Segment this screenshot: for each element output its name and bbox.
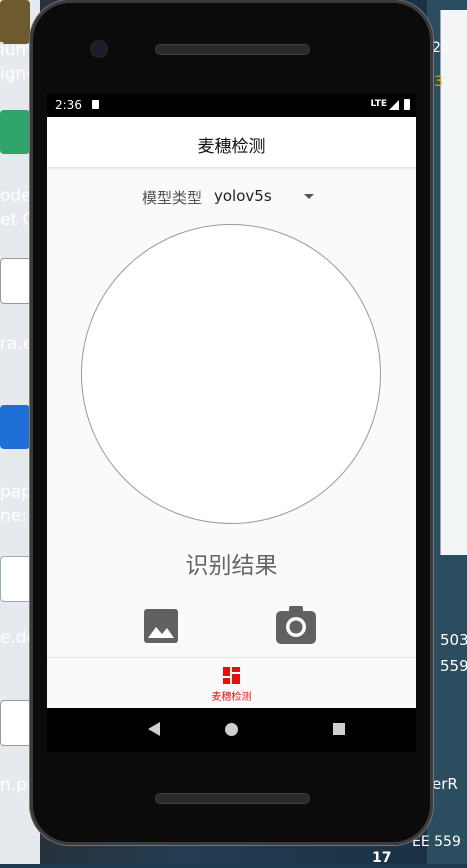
back-icon[interactable] xyxy=(148,722,160,736)
phone-emulator-frame: 2:36 LTE 麦穗检测 模型类型 yolov5s 识别结果 麦穗检测 xyxy=(30,0,433,845)
front-camera xyxy=(92,42,106,56)
home-icon[interactable] xyxy=(225,723,238,736)
camera-button[interactable] xyxy=(276,606,316,644)
status-time: 2:36 xyxy=(55,98,82,112)
desktop-label-9: n.pr xyxy=(0,775,34,795)
desktop-icon-typora[interactable] xyxy=(0,258,32,304)
desktop-right-panel xyxy=(440,10,467,555)
app-bar: 麦穗检测 xyxy=(47,117,416,167)
model-type-label: 模型类型 xyxy=(142,189,203,207)
status-bar: 2:36 LTE xyxy=(47,94,416,117)
desktop-icon-document[interactable] xyxy=(0,556,32,602)
model-selector[interactable]: 模型类型 yolov5s xyxy=(47,187,416,209)
bottom-navigation: 麦穗检测 xyxy=(47,657,416,708)
recognition-result-label: 识别结果 xyxy=(185,553,278,579)
bottom-speaker xyxy=(155,793,310,804)
recent-apps-icon[interactable] xyxy=(333,723,345,735)
desktop-label-1: ium xyxy=(0,40,33,60)
desktop-icon-presentation[interactable] xyxy=(0,700,32,746)
desktop-label-7: ne: xyxy=(0,506,27,526)
desktop-label-5: ra.e xyxy=(0,334,34,354)
gallery-button[interactable] xyxy=(144,609,178,643)
battery-icon xyxy=(404,99,410,110)
desktop-icon-settings[interactable] xyxy=(0,405,30,449)
desktop-right-label-2: 3 xyxy=(434,74,443,90)
page-title: 麦穗检测 xyxy=(197,137,266,157)
desktop-right-label-4: 559 xyxy=(440,657,467,675)
signal-icon xyxy=(389,100,399,110)
dropdown-arrow-icon[interactable] xyxy=(304,194,314,199)
sd-card-icon xyxy=(92,100,99,109)
earpiece-speaker xyxy=(155,44,310,55)
camera-icon xyxy=(276,606,316,644)
android-navigation-bar xyxy=(47,708,416,752)
desktop-right-label-5: erR xyxy=(432,775,458,793)
desktop-right-label-7: 17 xyxy=(372,850,392,866)
desktop-icon-cube[interactable] xyxy=(0,110,30,154)
desktop-right-label-3: 503 xyxy=(440,631,467,649)
desktop-icon-app[interactable] xyxy=(0,0,30,44)
model-type-dropdown[interactable]: yolov5s xyxy=(214,187,272,205)
image-preview-circle xyxy=(81,224,381,524)
desktop-right-label-1: 22 xyxy=(432,40,450,56)
desktop-label-6: pap xyxy=(0,482,32,502)
network-type: LTE xyxy=(370,99,387,109)
dashboard-icon xyxy=(223,667,240,684)
image-icon xyxy=(144,609,178,643)
phone-screen: 2:36 LTE 麦穗检测 模型类型 yolov5s 识别结果 麦穗检测 xyxy=(47,94,416,708)
nav-item-label: 麦穗检测 xyxy=(211,692,252,703)
